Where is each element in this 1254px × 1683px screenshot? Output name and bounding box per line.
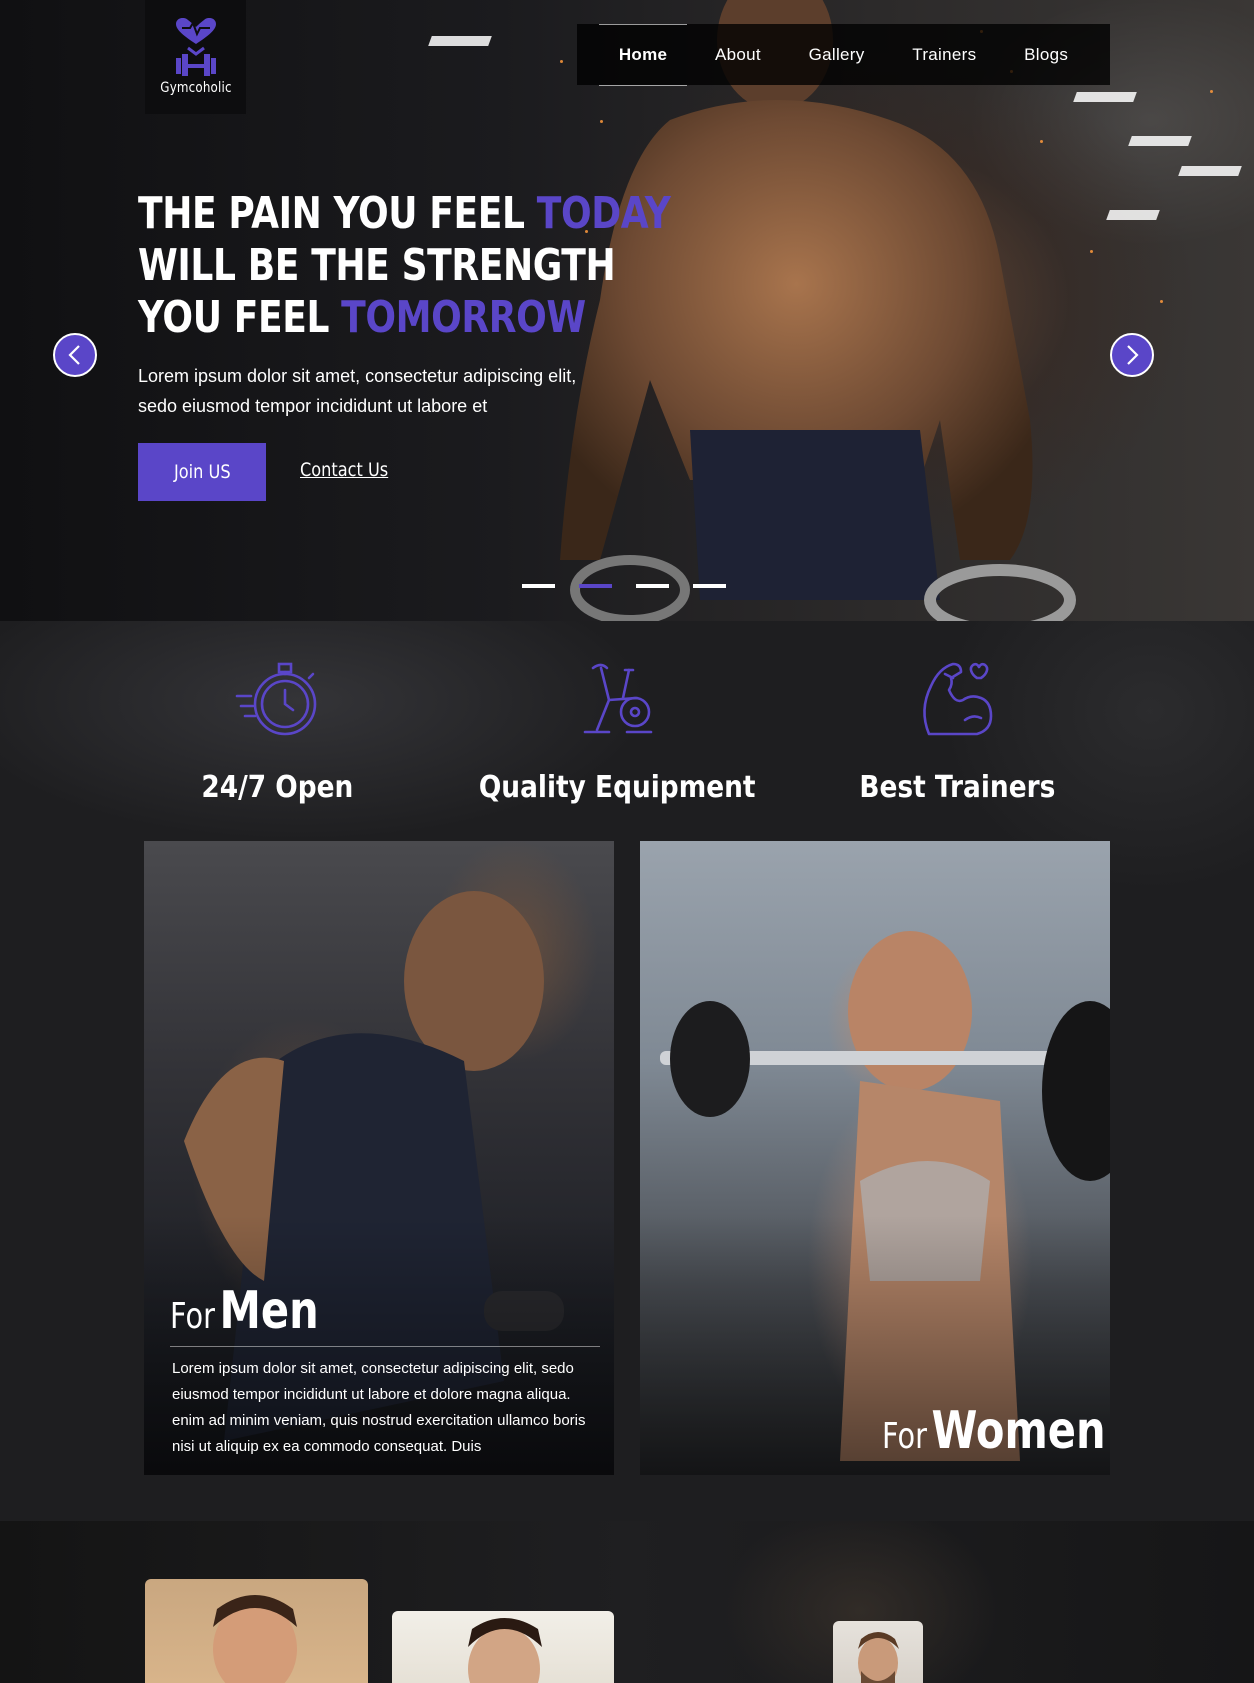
ceiling-light xyxy=(1178,166,1242,176)
trainer-photo[interactable] xyxy=(392,1611,614,1683)
women-card-title: For Women xyxy=(882,1401,1106,1461)
carousel-next-button[interactable] xyxy=(1110,333,1154,377)
headline-accent-today: TODAY xyxy=(536,188,671,239)
program-card-women[interactable]: For Women xyxy=(640,841,1110,1475)
trainer-photo[interactable] xyxy=(833,1621,923,1683)
program-card-men[interactable]: For Men Lorem ipsum dolor sit amet, cons… xyxy=(144,841,614,1475)
main-nav: Home About Gallery Trainers Blogs xyxy=(577,23,1110,86)
feature-title: Quality Equipment xyxy=(478,770,756,805)
feature-quality-equipment: Quality Equipment xyxy=(467,660,767,805)
headline-line-2: WILL BE THE STRENGTH xyxy=(138,240,616,291)
chevron-right-icon xyxy=(1127,345,1139,365)
trainer-photo[interactable] xyxy=(145,1579,368,1683)
headline-line-3: YOU FEEL TOMORROW xyxy=(138,292,586,343)
ceiling-light xyxy=(428,36,492,46)
exercise-bike-icon xyxy=(583,663,653,734)
stopwatch-icon xyxy=(235,662,317,736)
spark xyxy=(1160,300,1163,303)
hero-headline: THE PAIN YOU FEEL TODAY WILL BE THE STRE… xyxy=(138,188,671,344)
flexed-arm-heart-icon xyxy=(923,662,993,736)
carousel-dot-2[interactable] xyxy=(579,584,612,588)
carousel-indicators xyxy=(522,584,726,588)
nav-gallery[interactable]: Gallery xyxy=(805,37,869,73)
hero-banner: Gymcoholic Home About Gallery Trainers B… xyxy=(0,0,1254,621)
nav-trainers[interactable]: Trainers xyxy=(908,37,980,73)
heart-dumbbell-icon xyxy=(175,18,216,76)
carousel-prev-button[interactable] xyxy=(53,333,97,377)
carousel-dot-4[interactable] xyxy=(693,584,726,588)
nav-blogs[interactable]: Blogs xyxy=(1020,37,1072,73)
men-card-description: Lorem ipsum dolor sit amet, consectetur … xyxy=(172,1360,586,1455)
feature-title: Best Trainers xyxy=(859,770,1055,805)
card-divider xyxy=(170,1346,600,1347)
hero-description: Lorem ipsum dolor sit amet, consectetur … xyxy=(138,366,577,416)
chevron-left-icon xyxy=(68,345,80,365)
join-us-button[interactable]: Join US xyxy=(138,443,266,501)
feature-open-24-7: 24/7 Open xyxy=(127,660,427,805)
men-card-title: For Men xyxy=(170,1281,319,1341)
spark xyxy=(1210,90,1213,93)
feature-title: 24/7 Open xyxy=(201,770,353,805)
nav-about[interactable]: About xyxy=(711,37,765,73)
nav-home[interactable]: Home xyxy=(598,23,688,86)
headline-accent-tomorrow: TOMORROW xyxy=(341,292,586,343)
carousel-dot-1[interactable] xyxy=(522,584,555,588)
feature-best-trainers: Best Trainers xyxy=(807,660,1107,805)
logo-text: Gymcoholic xyxy=(159,80,232,96)
carousel-dot-3[interactable] xyxy=(636,584,669,588)
logo[interactable]: Gymcoholic xyxy=(145,0,246,114)
headline-line-1: THE PAIN YOU FEEL TODAY xyxy=(138,188,671,239)
contact-us-link[interactable]: Contact Us xyxy=(300,459,388,481)
